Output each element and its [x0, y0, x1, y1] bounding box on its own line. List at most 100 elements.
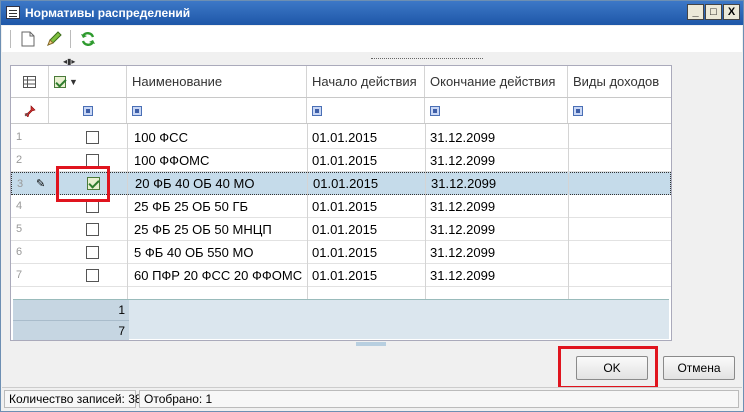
filter-end[interactable] [425, 98, 568, 123]
toolbar [2, 26, 742, 52]
status-records: Количество записей: 38 [4, 390, 142, 408]
row-number: 4 [16, 200, 23, 212]
pin-icon[interactable] [11, 98, 49, 123]
row-number: 5 [16, 223, 23, 235]
column-header-income[interactable]: Виды доходов [568, 66, 671, 97]
cell-end: 31.12.2099 [430, 198, 496, 214]
grid-header: ▼ Наименование Начало действия Окончание… [11, 66, 671, 98]
filter-icon[interactable] [132, 105, 142, 116]
cell-start: 01.01.2015 [312, 221, 378, 237]
window-title: Нормативы распределений [25, 6, 191, 20]
filter-icon[interactable] [430, 105, 440, 116]
filter-income[interactable] [568, 98, 671, 123]
cell-name: 100 ФСС [134, 129, 188, 145]
cell-name: 5 ФБ 40 ОБ 550 МО [134, 244, 254, 260]
row-number: 6 [16, 246, 23, 258]
cell-income [569, 173, 672, 194]
cell-start: 01.01.2015 [312, 129, 378, 145]
table-row[interactable]: 4 25 ФБ 25 ОБ 50 ГБ 01.01.2015 31.12.2099 [11, 195, 671, 218]
cell-end: 31.12.2099 [430, 152, 496, 168]
row-checkbox[interactable] [81, 218, 111, 240]
checkbox-icon[interactable] [86, 153, 99, 167]
toolbar-separator [70, 30, 71, 48]
row-checkbox[interactable] [81, 241, 111, 263]
cancel-button[interactable]: Отмена [663, 356, 735, 380]
checkbox-icon[interactable] [86, 130, 99, 144]
column-header-start[interactable]: Начало действия [307, 66, 425, 97]
select-all-checkbox[interactable]: ▼ [49, 66, 127, 97]
footer-selected-count: 1 [13, 300, 129, 320]
column-drag-indicator [371, 58, 483, 59]
table-row[interactable]: 7 60 ПФР 20 ФСС 20 ФФОМС 01.01.2015 31.12.2… [11, 264, 671, 287]
cell-end: 31.12.2099 [431, 176, 497, 191]
column-header-end[interactable]: Окончание действия [425, 66, 568, 97]
cell-end: 31.12.2099 [430, 129, 496, 145]
grid-line [307, 124, 308, 299]
filter-icon[interactable] [312, 105, 322, 116]
dialog-window: Нормативы распределений _ □ X ◂▮▸ ▼ Наим… [0, 0, 744, 412]
cell-income [568, 195, 671, 217]
checkbox-icon[interactable] [86, 268, 99, 282]
cell-income [568, 149, 671, 171]
cell-name: 25 ФБ 25 ОБ 50 ГБ [134, 198, 249, 214]
cell-start: 01.01.2015 [312, 198, 378, 214]
cell-start: 01.01.2015 [312, 152, 378, 168]
status-bar: Количество записей: 38 Отобрано: 1 [2, 387, 742, 409]
header-checkbox-icon[interactable] [54, 75, 66, 88]
row-number: 2 [16, 154, 23, 166]
refresh-icon[interactable] [78, 29, 98, 49]
status-selected: Отобрано: 1 [139, 390, 739, 408]
window-icon [6, 6, 20, 19]
document-new-icon[interactable] [18, 29, 38, 49]
row-number: 1 [16, 131, 23, 143]
cell-name: 100 ФФОМС [134, 152, 210, 168]
grid-footer: 1 7 [13, 299, 669, 340]
grid-line [127, 124, 128, 299]
cell-income [568, 126, 671, 148]
highlight-ok [558, 346, 658, 389]
grid-line [425, 124, 426, 299]
highlight-checkbox [56, 166, 110, 202]
close-button[interactable]: X [723, 4, 740, 20]
cell-start: 01.01.2015 [312, 267, 378, 283]
table-row[interactable]: 3 ✎ 20 ФБ 40 ОБ 40 МО 01.01.2015 31.12.2099 [11, 172, 671, 195]
minimize-button[interactable]: _ [687, 4, 704, 20]
toolbar-separator [10, 30, 11, 48]
checkbox-icon[interactable] [86, 222, 99, 236]
column-header-name[interactable]: Наименование [127, 66, 307, 97]
cell-income [568, 241, 671, 263]
checkbox-icon[interactable] [86, 245, 99, 259]
filter-checkbox[interactable] [49, 98, 127, 123]
filter-icon[interactable] [82, 105, 93, 116]
table-row[interactable]: 1 100 ФСС 01.01.2015 31.12.2099 [11, 126, 671, 149]
cell-income [568, 218, 671, 240]
cell-name: 20 ФБ 40 ОБ 40 МО [135, 176, 255, 191]
filter-name[interactable] [127, 98, 307, 123]
filter-icon[interactable] [573, 105, 583, 116]
pencil-icon[interactable] [44, 29, 64, 49]
splitter-handle[interactable] [356, 342, 386, 346]
row-edit-icon: ✎ [36, 178, 46, 190]
cell-name: 25 ФБ 25 ОБ 50 МНЦП [134, 221, 272, 237]
column-chooser-icon[interactable] [11, 66, 49, 97]
cell-start: 01.01.2015 [312, 244, 378, 260]
maximize-button[interactable]: □ [705, 4, 722, 20]
chevron-down-icon[interactable]: ▼ [69, 77, 78, 87]
row-number: 7 [16, 269, 23, 281]
table-row[interactable]: 5 25 ФБ 25 ОБ 50 МНЦП 01.01.2015 31.12.2099 [11, 218, 671, 241]
row-number: 3 [17, 177, 24, 190]
footer-total-count: 7 [13, 320, 129, 340]
cell-income [568, 264, 671, 286]
cell-end: 31.12.2099 [430, 221, 496, 237]
cell-name: 60 ПФР 20 ФСС 20 ФФОМС [134, 267, 303, 283]
cell-end: 31.12.2099 [430, 244, 496, 260]
cell-end: 31.12.2099 [430, 267, 496, 283]
filter-start[interactable] [307, 98, 425, 123]
title-bar: Нормативы распределений _ □ X [1, 1, 743, 25]
table-row[interactable]: 2 100 ФФОМС 01.01.2015 31.12.2099 [11, 149, 671, 172]
data-grid[interactable]: ▼ Наименование Начало действия Окончание… [10, 65, 672, 341]
row-checkbox[interactable] [81, 126, 111, 148]
grid-line [568, 124, 569, 299]
row-checkbox[interactable] [81, 264, 111, 286]
table-row[interactable]: 6 5 ФБ 40 ОБ 550 МО 01.01.2015 31.12.2099 [11, 241, 671, 264]
